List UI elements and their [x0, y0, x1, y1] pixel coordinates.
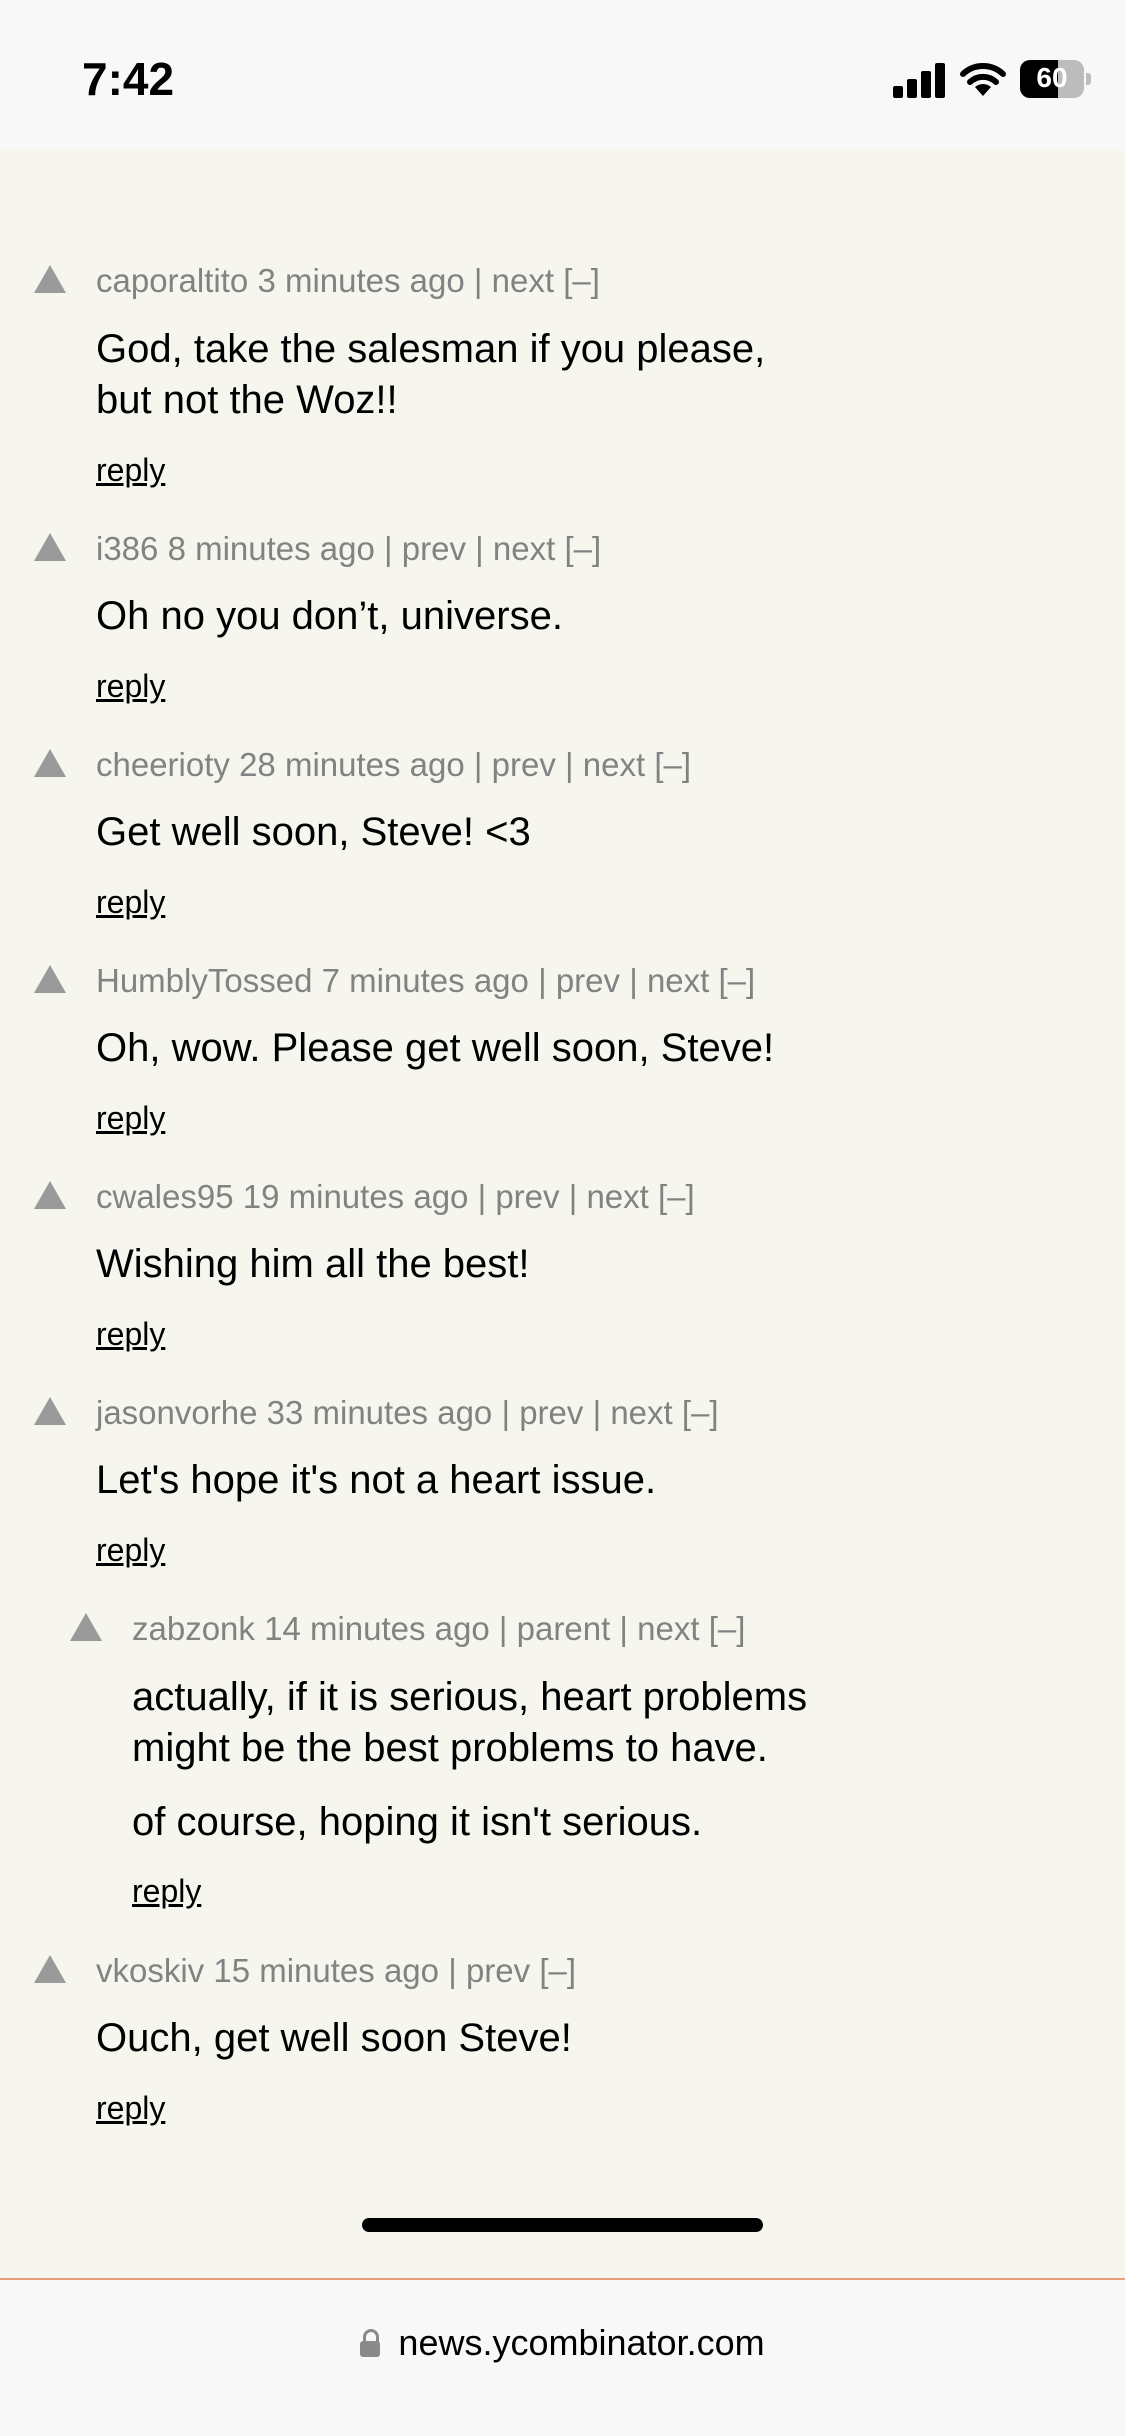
upvote-icon[interactable]: [34, 965, 66, 993]
comment-header: HumblyTossed 7 minutes ago | prev | next…: [96, 962, 756, 999]
comment-line: Oh no you don’t, universe.: [96, 594, 563, 638]
comment-text: actually, if it is serious, heart proble…: [132, 1672, 807, 1848]
comment-line: Let's hope it's not a heart issue.: [96, 1458, 657, 1502]
collapse-toggle[interactable]: [–]: [682, 1394, 719, 1431]
parent-link[interactable]: parent: [517, 1610, 611, 1647]
status-bar: 7:42 60: [0, 0, 1125, 150]
upvote-icon[interactable]: [34, 1181, 66, 1209]
prev-link[interactable]: prev: [466, 1952, 530, 1989]
reply-link[interactable]: reply: [96, 1532, 165, 1569]
url-domain: news.ycombinator.com: [398, 2322, 765, 2363]
comment-header: cwales95 19 minutes ago | prev | next [–…: [96, 1178, 695, 1215]
comment-header: cheerioty 28 minutes ago | prev | next […: [96, 746, 692, 783]
prev-link[interactable]: prev: [495, 1178, 559, 1215]
comment-line: actually, if it is serious, heart proble…: [132, 1675, 808, 1719]
prev-link[interactable]: prev: [492, 746, 556, 783]
comment-age[interactable]: 7 minutes ago: [322, 962, 529, 999]
reply-link[interactable]: reply: [96, 1100, 165, 1137]
next-link[interactable]: next: [637, 1610, 699, 1647]
collapse-toggle[interactable]: [–]: [654, 746, 691, 783]
upvote-icon[interactable]: [34, 265, 66, 293]
collapse-toggle[interactable]: [–]: [564, 530, 601, 567]
next-link[interactable]: next: [492, 262, 554, 299]
next-link[interactable]: next: [586, 1178, 648, 1215]
comment-text: Let's hope it's not a heart issue.: [96, 1455, 656, 1506]
reply-link[interactable]: reply: [96, 668, 165, 705]
comment-text: Ouch, get well soon Steve!: [96, 2013, 572, 2064]
comment-age[interactable]: 33 minutes ago: [267, 1394, 493, 1431]
comment-header: caporaltito 3 minutes ago | next [–]: [96, 262, 600, 299]
collapse-toggle[interactable]: [–]: [539, 1952, 576, 1989]
url-bar[interactable]: news.ycombinator.com: [0, 2278, 1125, 2436]
reply-link[interactable]: reply: [96, 2090, 165, 2127]
collapse-toggle[interactable]: [–]: [658, 1178, 695, 1215]
status-time: 7:42: [82, 53, 175, 105]
url-display[interactable]: news.ycombinator.com: [0, 2322, 1125, 2364]
reply-link[interactable]: reply: [132, 1873, 201, 1910]
comment-author[interactable]: caporaltito: [96, 262, 248, 299]
comment-author[interactable]: i386: [96, 530, 158, 567]
prev-link[interactable]: prev: [402, 530, 466, 567]
comment-author[interactable]: vkoskiv: [96, 1952, 204, 1989]
reply-link[interactable]: reply: [96, 884, 165, 921]
comment-text: Oh, wow. Please get well soon, Steve!: [96, 1023, 774, 1074]
signal-icon: [893, 62, 945, 98]
battery-level: 60: [1036, 62, 1068, 93]
comment-age[interactable]: 14 minutes ago: [264, 1610, 490, 1647]
upvote-icon[interactable]: [34, 533, 66, 561]
comment-line: Get well soon, Steve! <3: [96, 810, 531, 854]
comment-author[interactable]: cwales95: [96, 1178, 234, 1215]
next-link[interactable]: next: [610, 1394, 672, 1431]
comment-author[interactable]: zabzonk: [132, 1610, 255, 1647]
comment-age[interactable]: 19 minutes ago: [243, 1178, 469, 1215]
comment-line: Wishing him all the best!: [96, 1242, 530, 1286]
comment-text: Oh no you don’t, universe.: [96, 591, 563, 642]
prev-link[interactable]: prev: [519, 1394, 583, 1431]
next-link[interactable]: next: [647, 962, 709, 999]
comment-author[interactable]: HumblyTossed: [96, 962, 312, 999]
lock-icon: [360, 2329, 381, 2357]
upvote-icon[interactable]: [70, 1613, 102, 1641]
collapse-toggle[interactable]: [–]: [563, 262, 600, 299]
wifi-icon: [960, 63, 1006, 96]
next-link[interactable]: next: [583, 746, 645, 783]
battery-icon: 60: [1020, 60, 1091, 98]
comment-age[interactable]: 3 minutes ago: [257, 262, 464, 299]
comment-header: vkoskiv 15 minutes ago | prev [–]: [96, 1952, 577, 1989]
comment-header: zabzonk 14 minutes ago | parent | next […: [132, 1610, 746, 1647]
comment-line: Oh, wow. Please get well soon, Steve!: [96, 1026, 775, 1070]
comment-author[interactable]: jasonvorhe: [96, 1394, 257, 1431]
upvote-icon[interactable]: [34, 749, 66, 777]
upvote-icon[interactable]: [34, 1955, 66, 1983]
home-indicator[interactable]: [362, 2218, 763, 2232]
next-link[interactable]: next: [493, 530, 555, 567]
reply-link[interactable]: reply: [96, 452, 165, 489]
comment-text: Wishing him all the best!: [96, 1239, 530, 1290]
comment-age[interactable]: 28 minutes ago: [239, 746, 465, 783]
collapse-toggle[interactable]: [–]: [719, 962, 756, 999]
comment-line: of course, hoping it isn't serious.: [132, 1800, 703, 1844]
collapse-toggle[interactable]: [–]: [709, 1610, 746, 1647]
prev-link[interactable]: prev: [556, 962, 620, 999]
comment-line: but not the Woz!!: [96, 378, 398, 422]
comment-line: might be the best problems to have.: [132, 1726, 768, 1770]
comment-age[interactable]: 15 minutes ago: [213, 1952, 439, 1989]
comment-author[interactable]: cheerioty: [96, 746, 230, 783]
reply-link[interactable]: reply: [96, 1316, 165, 1353]
comment-line: Ouch, get well soon Steve!: [96, 2016, 572, 2060]
comment-age[interactable]: 8 minutes ago: [168, 530, 375, 567]
comment-header: i386 8 minutes ago | prev | next [–]: [96, 530, 602, 567]
upvote-icon[interactable]: [34, 1397, 66, 1425]
comment-text: God, take the salesman if you please, bu…: [96, 324, 765, 426]
comment-header: jasonvorhe 33 minutes ago | prev | next …: [96, 1394, 719, 1431]
comment-line: God, take the salesman if you please,: [96, 327, 766, 371]
comment-text: Get well soon, Steve! <3: [96, 807, 531, 858]
